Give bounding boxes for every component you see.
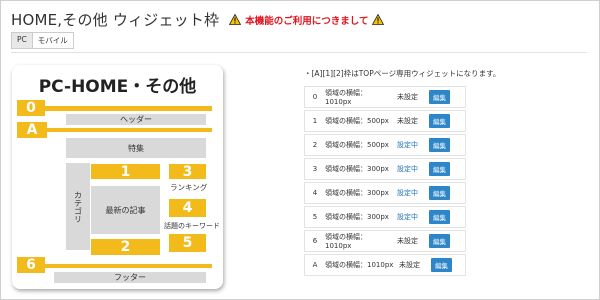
special-area: 特集 xyxy=(66,138,206,158)
divider xyxy=(11,52,587,53)
area-6-tag: 6 xyxy=(17,257,45,273)
page-title: HOME,その他 ウィジェット枠 xyxy=(11,11,220,29)
row-desc: 領域の横幅：500px xyxy=(325,117,389,125)
latest-articles-area: 最新の記事 xyxy=(91,186,160,234)
widget-row: 3 領域の横幅：300px 設定中 編集 xyxy=(304,158,466,180)
row-desc: 領域の横幅：1010px xyxy=(325,261,394,269)
row-desc: 領域の横幅：300px xyxy=(325,189,389,197)
row-desc: 領域の横幅：300px xyxy=(325,213,389,221)
row-status: 未設定 xyxy=(397,93,418,101)
widget-note: ・[A][1][2]枠はTOPページ専用ウィジェットになります。 xyxy=(304,69,501,78)
widget-row: 6 領域の横幅：1010px 未設定 編集 xyxy=(304,230,466,252)
edit-button[interactable]: 編集 xyxy=(431,258,452,272)
slot-2: 2 xyxy=(91,239,160,255)
row-id: 4 xyxy=(312,189,318,197)
category-area: カテゴリ xyxy=(66,163,90,250)
ranking-label: ランキング xyxy=(170,183,208,192)
slot-3: 3 xyxy=(169,164,206,180)
row-status[interactable]: 設定中 xyxy=(397,188,429,198)
warning-icon xyxy=(372,14,385,25)
row-id: 5 xyxy=(312,213,318,221)
widget-row: 5 領域の横幅：300px 設定中 編集 xyxy=(304,206,466,228)
diagram-title: PC-HOME・その他 xyxy=(38,77,197,97)
area-a-tag: A xyxy=(17,122,47,138)
tab-mobile[interactable]: モバイル xyxy=(32,32,74,49)
area-6-bar xyxy=(30,264,212,268)
row-desc: 領域の横幅：500px xyxy=(325,141,389,149)
warning-icon xyxy=(229,14,242,25)
row-desc: 領域の横幅：300px xyxy=(325,165,389,173)
row-status[interactable]: 設定中 xyxy=(397,164,429,174)
widget-row: 2 領域の横幅：500px 設定中 編集 xyxy=(304,134,466,156)
edit-button[interactable]: 編集 xyxy=(429,186,450,200)
usage-notice-text: 本機能のご利用につきまして xyxy=(245,15,369,27)
page-header: HOME,その他 ウィジェット枠 本機能のご利用につきまして xyxy=(11,9,385,30)
row-status[interactable]: 設定中 xyxy=(397,212,429,222)
area-a-bar xyxy=(40,128,212,132)
row-id: 3 xyxy=(312,165,318,173)
category-label: カテゴリ xyxy=(73,190,83,223)
row-desc: 領域の横幅：1010px xyxy=(325,89,367,106)
widget-row: A 領域の横幅：1010px 未設定 編集 xyxy=(304,254,466,276)
row-status: 未設定 xyxy=(397,237,418,245)
row-status[interactable]: 設定中 xyxy=(397,140,429,150)
row-desc: 領域の横幅：1010px xyxy=(325,233,367,250)
widget-row: 1 領域の横幅：500px 未設定 編集 xyxy=(304,110,466,132)
footer-area: フッター xyxy=(54,272,206,283)
slot-4: 4 xyxy=(169,199,206,217)
edit-button[interactable]: 編集 xyxy=(429,138,450,152)
tab-pc[interactable]: PC xyxy=(11,32,33,49)
area-0-tag: 0 xyxy=(17,100,45,116)
row-status: 未設定 xyxy=(399,261,420,269)
widget-row: 0 領域の横幅：1010px 未設定 編集 xyxy=(304,86,466,108)
edit-button[interactable]: 編集 xyxy=(429,210,450,224)
keyword-label: 話題のキーワード xyxy=(164,222,220,230)
edit-button[interactable]: 編集 xyxy=(429,162,450,176)
header-area: ヘッダー xyxy=(66,114,206,125)
area-0-bar xyxy=(32,106,212,111)
slot-5: 5 xyxy=(169,234,206,252)
layout-diagram: PC-HOME・その他 0 ヘッダー A 特集 カテゴリ 1 最新の記事 2 3… xyxy=(12,65,223,289)
row-id: A xyxy=(312,261,318,269)
device-tabs: PC モバイル xyxy=(11,32,74,49)
row-id: 6 xyxy=(312,237,318,245)
edit-button[interactable]: 編集 xyxy=(429,234,450,248)
edit-button[interactable]: 編集 xyxy=(429,114,450,128)
row-id: 1 xyxy=(312,117,318,125)
edit-button[interactable]: 編集 xyxy=(429,90,450,104)
row-status: 未設定 xyxy=(397,117,418,125)
widget-row: 4 領域の横幅：300px 設定中 編集 xyxy=(304,182,466,204)
usage-notice-link[interactable]: 本機能のご利用につきまして xyxy=(229,13,385,27)
row-id: 0 xyxy=(312,93,318,101)
row-id: 2 xyxy=(312,141,318,149)
slot-1: 1 xyxy=(91,164,160,180)
